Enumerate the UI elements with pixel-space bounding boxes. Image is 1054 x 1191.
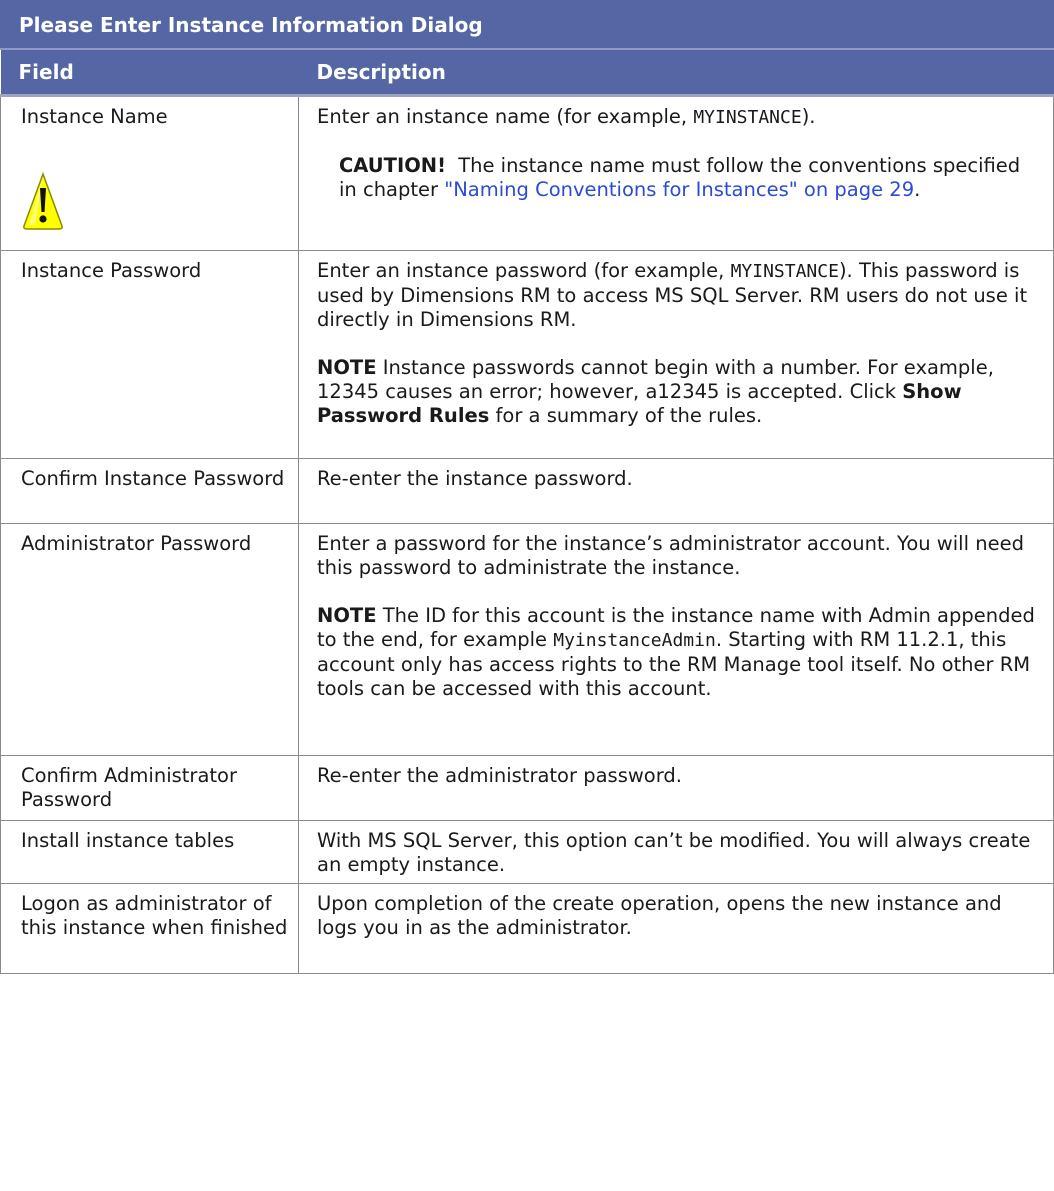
field-cell: Administrator Password xyxy=(0,523,299,756)
table-title-row: Please Enter Instance Information Dialog xyxy=(0,0,1054,50)
description-text: With MS SQL Server, this option can’t be… xyxy=(317,829,1031,876)
description-cell: With MS SQL Server, this option can’t be… xyxy=(298,820,1054,884)
description-cell: Re-enter the administrator password. xyxy=(298,755,1054,821)
field-label: Logon as administrator of this instance … xyxy=(21,892,288,939)
table-title: Please Enter Instance Information Dialog xyxy=(0,0,1054,50)
code-span: MyinstanceAdmin xyxy=(553,630,716,651)
field-label: Confirm Instance Password xyxy=(21,467,285,490)
naming-conventions-link[interactable]: "Naming Conventions for Instances" on pa… xyxy=(444,178,914,201)
description-cell: Enter an instance password (for example,… xyxy=(298,250,1054,459)
field-cell: Logon as administrator of this instance … xyxy=(0,883,299,974)
description-text: Upon completion of the create operation,… xyxy=(317,892,1002,939)
text-span: ). xyxy=(801,105,816,128)
description-text: Re-enter the instance password. xyxy=(317,467,633,490)
description-cell: Enter an instance name (for example, MYI… xyxy=(298,95,1054,251)
table-row: Administrator Password Enter a password … xyxy=(0,523,1054,756)
field-label: Instance Password xyxy=(21,259,202,282)
description-cell: Upon completion of the create operation,… xyxy=(298,883,1054,974)
instance-information-table: Please Enter Instance Information Dialog… xyxy=(0,0,1054,974)
field-cell: Install instance tables xyxy=(0,820,299,884)
field-cell: Instance Name xyxy=(0,95,299,251)
note-label: NOTE xyxy=(317,604,377,627)
text-span: Enter an instance password (for example, xyxy=(317,259,731,282)
note-text: NOTE The ID for this account is the inst… xyxy=(317,604,1039,701)
caution-warning-icon xyxy=(23,171,63,230)
table-header-row: Field Description xyxy=(0,48,1054,97)
field-label: Install instance tables xyxy=(21,829,235,852)
description-cell: Re-enter the instance password. xyxy=(298,458,1054,524)
note-text: NOTE Instance passwords cannot begin wit… xyxy=(317,356,1039,428)
table-row: Confirm Administrator Password Re-enter … xyxy=(0,755,1054,821)
description-cell: Enter a password for the instance’s admi… xyxy=(298,523,1054,756)
table-row: Logon as administrator of this instance … xyxy=(0,883,1054,974)
table-row: Install instance tables With MS SQL Serv… xyxy=(0,820,1054,884)
table-row: Instance Name Enter an instance name (fo… xyxy=(0,95,1054,251)
field-cell: Confirm Administrator Password xyxy=(0,755,299,821)
field-label: Instance Name xyxy=(21,105,168,128)
field-label: Confirm Administrator Password xyxy=(21,764,237,811)
description-text: Enter an instance password (for example,… xyxy=(317,259,1039,332)
header-description: Description xyxy=(298,48,1054,97)
header-field: Field xyxy=(0,48,299,97)
table-row: Confirm Instance Password Re-enter the i… xyxy=(0,458,1054,524)
description-text: Enter an instance name (for example, MYI… xyxy=(317,105,1039,130)
description-text: Enter a password for the instance’s admi… xyxy=(317,532,1024,579)
caution-note: CAUTION! The instance name must follow t… xyxy=(317,154,1039,202)
code-span: MYINSTANCE xyxy=(730,261,839,282)
description-text: Re-enter the administrator password. xyxy=(317,764,682,787)
text-span: . xyxy=(914,178,921,201)
caution-label: CAUTION! xyxy=(339,154,446,177)
text-span: for a summary of the rules. xyxy=(489,404,763,427)
code-span: MYINSTANCE xyxy=(693,107,802,128)
field-cell: Instance Password xyxy=(0,250,299,459)
text-span: Instance passwords cannot begin with a n… xyxy=(317,356,994,403)
field-label: Administrator Password xyxy=(21,532,252,555)
field-cell: Confirm Instance Password xyxy=(0,458,299,524)
text-span: Enter an instance name (for example, xyxy=(317,105,694,128)
table-row: Instance Password Enter an instance pass… xyxy=(0,250,1054,459)
note-label: NOTE xyxy=(317,356,377,379)
